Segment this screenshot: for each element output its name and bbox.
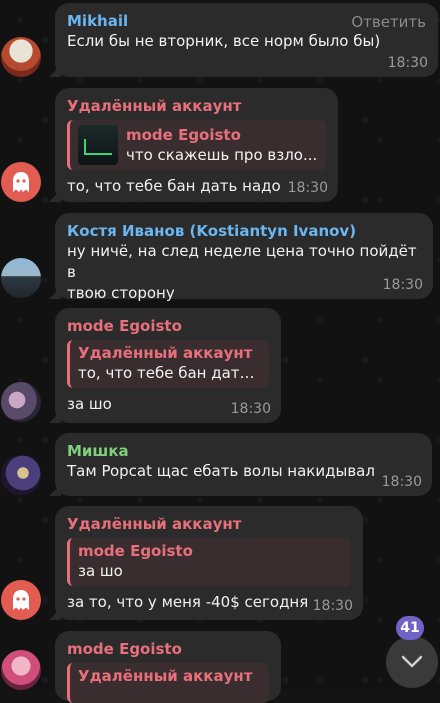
timestamp: 18:30 bbox=[312, 598, 353, 614]
sender-name[interactable]: mode Egoisto bbox=[67, 316, 269, 336]
avatar[interactable] bbox=[1, 455, 41, 495]
reply-quote[interactable]: mode Egoisto за шо bbox=[67, 538, 351, 586]
message-text: за то, что у меня -40$ сегодня bbox=[67, 593, 309, 611]
quote-text: то, что тебе бан дать ... bbox=[78, 364, 261, 382]
message-bubble[interactable]: Удалённый аккаунт mode Egoisto за шо за … bbox=[55, 506, 363, 620]
message-bubble[interactable]: Mikhail Ответить Если бы не вторник, все… bbox=[55, 3, 438, 77]
quote-text: за шо bbox=[78, 562, 123, 580]
scroll-to-bottom-button[interactable] bbox=[386, 636, 438, 688]
timestamp: 18:30 bbox=[381, 474, 422, 490]
timestamp: 18:30 bbox=[387, 55, 428, 71]
unread-count-badge: 41 bbox=[396, 616, 424, 640]
sender-name[interactable]: Удалённый аккаунт bbox=[67, 514, 351, 534]
timestamp: 18:30 bbox=[287, 180, 328, 196]
message-bubble[interactable]: Удалённый аккаунт mode Egoisto что скаже… bbox=[55, 88, 338, 202]
timestamp: 18:30 bbox=[382, 277, 423, 293]
message-text: Если бы не вторник, все норм было бы) bbox=[67, 32, 381, 50]
message-text-line-2: твою сторону bbox=[67, 284, 175, 302]
avatar[interactable] bbox=[1, 258, 41, 298]
quote-sender: mode Egoisto bbox=[78, 542, 193, 560]
message-bubble[interactable]: mode Egoisto Удалённый аккаунт то, что т… bbox=[55, 308, 281, 423]
chevron-down-icon bbox=[401, 655, 423, 668]
message-text-line-1: ну ничё, на след неделе цена точно пойдё… bbox=[67, 242, 417, 281]
timestamp: 18:30 bbox=[230, 401, 271, 417]
message-bubble[interactable]: mode Egoisto Удалённый аккаунт bbox=[55, 631, 281, 703]
sender-name[interactable]: Костя Иванов (Kostiantyn Ivanov) bbox=[67, 221, 421, 241]
quote-thumbnail bbox=[78, 125, 118, 165]
reply-button[interactable]: Ответить bbox=[351, 13, 426, 31]
sender-name[interactable]: Удалённый аккаунт bbox=[67, 96, 326, 116]
reply-quote[interactable]: Удалённый аккаунт bbox=[67, 663, 269, 703]
avatar[interactable] bbox=[1, 162, 41, 202]
sender-name[interactable]: mode Egoisto bbox=[67, 639, 269, 659]
avatar[interactable] bbox=[1, 580, 41, 620]
quote-text: что скажешь про взло... bbox=[126, 146, 318, 164]
quote-sender: Удалённый аккаунт bbox=[78, 667, 253, 685]
avatar[interactable] bbox=[1, 650, 41, 690]
ghost-icon bbox=[13, 590, 29, 610]
sender-name[interactable]: Мишка bbox=[67, 441, 420, 461]
ghost-icon bbox=[13, 172, 29, 192]
message-bubble[interactable]: Мишка Там Popcat щас ебать волы накидыва… bbox=[55, 433, 432, 496]
quote-sender: mode Egoisto bbox=[126, 126, 241, 144]
avatar[interactable] bbox=[1, 37, 41, 77]
reply-quote[interactable]: Удалённый аккаунт то, что тебе бан дать … bbox=[67, 340, 269, 388]
avatar[interactable] bbox=[1, 382, 41, 422]
message-text: Там Popcat щас ебать волы накидывал bbox=[67, 462, 375, 480]
message-bubble[interactable]: Костя Иванов (Kostiantyn Ivanov) ну ничё… bbox=[55, 213, 433, 302]
reply-quote[interactable]: mode Egoisto что скажешь про взло... bbox=[67, 120, 326, 170]
quote-sender: Удалённый аккаунт bbox=[78, 344, 253, 362]
